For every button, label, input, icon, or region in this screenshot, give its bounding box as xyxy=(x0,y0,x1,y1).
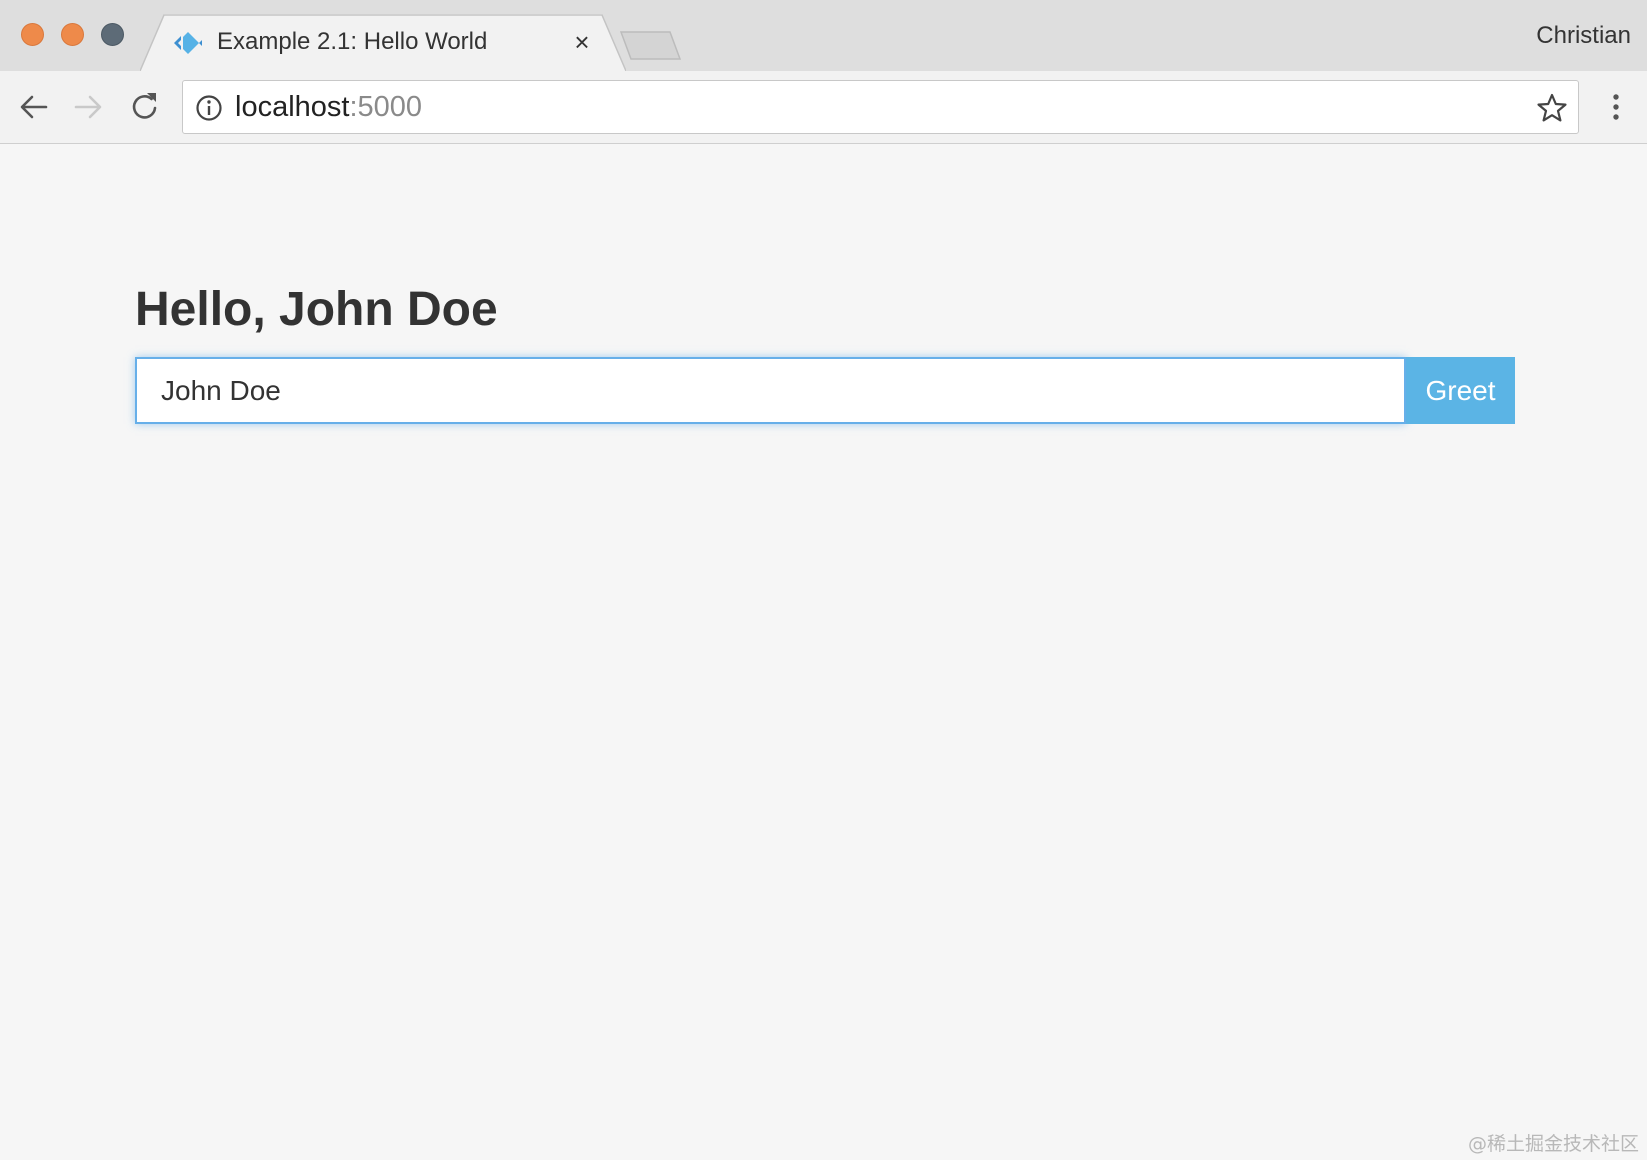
browser-toolbar: localhost:5000 xyxy=(0,71,1647,144)
url-host: localhost xyxy=(235,91,350,123)
forward-arrow-icon[interactable] xyxy=(70,89,106,125)
tab-close-icon[interactable]: × xyxy=(570,28,594,56)
name-input[interactable] xyxy=(135,357,1406,424)
kebab-menu-icon[interactable] xyxy=(1604,89,1628,125)
greet-button[interactable]: Greet xyxy=(1406,357,1515,424)
tab-title: Example 2.1: Hello World xyxy=(217,28,488,55)
profile-name[interactable]: Christian xyxy=(1536,22,1631,50)
greeting-heading: Hello, John Doe xyxy=(135,283,498,336)
new-tab-button[interactable] xyxy=(618,28,686,62)
back-arrow-icon[interactable] xyxy=(16,89,52,125)
watermark: @稀土掘金技术社区 xyxy=(1467,1133,1639,1155)
window-minimize-button[interactable] xyxy=(61,23,84,46)
greet-form: Greet xyxy=(135,357,1515,424)
address-bar[interactable]: localhost:5000 xyxy=(182,80,1579,134)
browser-window: Example 2.1: Hello World × Christian loc… xyxy=(0,0,1647,1160)
window-maximize-button[interactable] xyxy=(101,23,124,46)
blue-diamond-favicon-icon xyxy=(174,32,202,54)
url-text: localhost:5000 xyxy=(235,91,422,124)
url-port: :5000 xyxy=(349,91,423,123)
bookmark-star-icon[interactable] xyxy=(1536,92,1568,124)
site-info-icon[interactable] xyxy=(195,94,223,122)
page-content: Hello, John Doe Greet @稀土掘金技术社区 xyxy=(0,145,1647,1160)
reload-icon[interactable] xyxy=(127,89,163,125)
window-close-button[interactable] xyxy=(21,23,44,46)
tab-strip: Example 2.1: Hello World × Christian xyxy=(0,0,1647,72)
